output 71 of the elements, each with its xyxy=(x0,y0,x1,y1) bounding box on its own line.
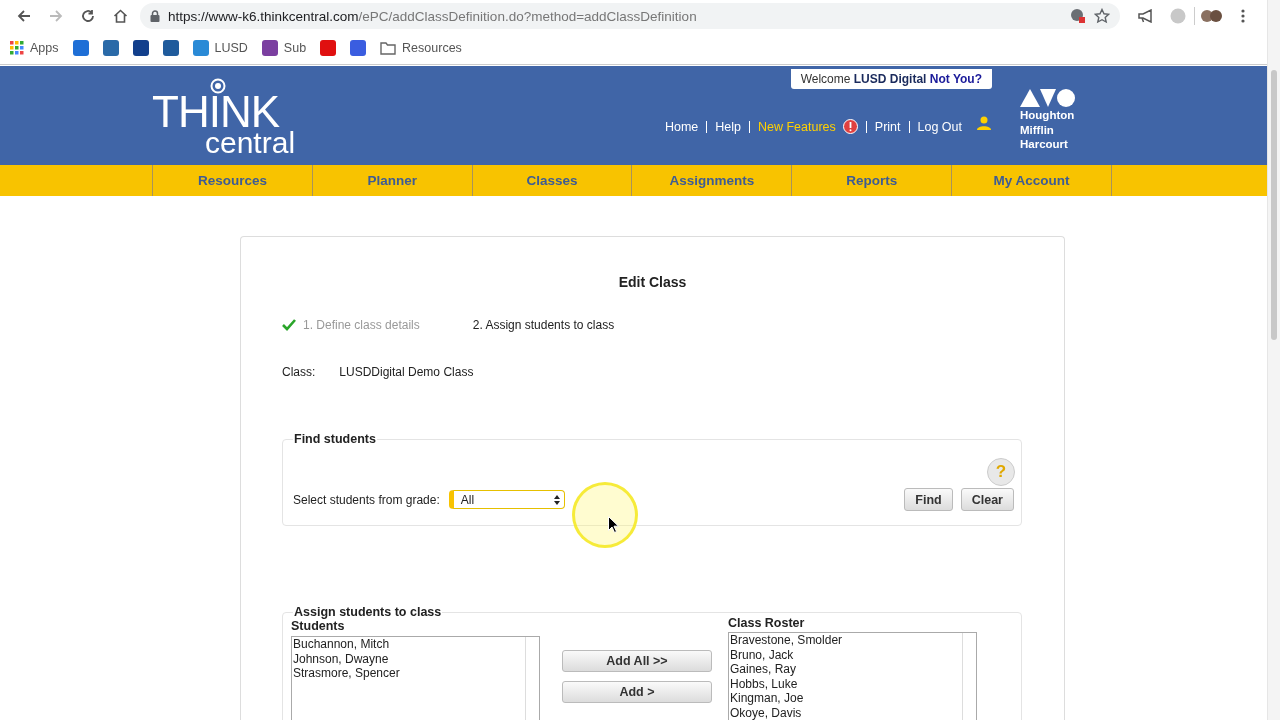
publisher-name: Harcourt xyxy=(1020,137,1069,152)
nav-tab[interactable]: Reports xyxy=(791,165,952,196)
nav-tab[interactable]: Classes xyxy=(471,165,632,196)
hmh-logo-icon xyxy=(1020,88,1076,108)
list-item[interactable]: Gaines, Ray xyxy=(730,662,976,677)
list-item[interactable]: Hobbs, Luke xyxy=(730,676,976,691)
megaphone-icon[interactable] xyxy=(1138,9,1154,23)
user-icon[interactable] xyxy=(976,115,992,130)
address-bar[interactable]: https://www-k6.thinkcentral.com/ePC/addClassDefinition.do?method=addClassDefinition xyxy=(140,3,1120,29)
list-item[interactable]: Okoye, Davis xyxy=(730,705,976,720)
step-label: 2. Assign students to class xyxy=(472,318,615,332)
transfer-button[interactable]: Add > xyxy=(562,681,712,703)
bookmark-icon[interactable] xyxy=(132,40,149,56)
nav-tab[interactable]: Resources xyxy=(152,165,312,196)
nav-tab[interactable]: My Account xyxy=(951,165,1112,196)
bookmark-icon[interactable] xyxy=(320,40,337,56)
folder-icon xyxy=(380,41,397,55)
nav-tab[interactable]: Planner xyxy=(311,165,472,196)
welcome-message: Welcome LUSD Digital Not You? xyxy=(790,69,992,89)
scrollbar[interactable] xyxy=(1267,0,1280,720)
alert-icon xyxy=(842,119,858,134)
nav-tab[interactable]: Assignments xyxy=(631,165,792,196)
list-item[interactable]: Bruno, Jack xyxy=(730,647,976,662)
think-central-logo[interactable]: THINK central xyxy=(152,66,312,165)
apps-grid-icon xyxy=(10,41,24,55)
header-link[interactable]: Home xyxy=(664,119,699,134)
section-title: Find students xyxy=(293,432,377,446)
bookmark[interactable]: Apps xyxy=(10,41,59,55)
list-item[interactable]: Bravestone, Smolder xyxy=(730,633,976,648)
publisher-name: Mifflin xyxy=(1020,122,1055,137)
header-link[interactable]: Print xyxy=(874,119,901,134)
home-icon[interactable] xyxy=(112,9,128,23)
bookmark-icon[interactable] xyxy=(72,40,89,56)
menu-icon[interactable] xyxy=(1241,9,1245,23)
avatar-icon[interactable] xyxy=(1200,7,1222,25)
star-icon[interactable] xyxy=(1094,8,1110,24)
class-name: LUSDDigital Demo Class xyxy=(339,365,474,379)
publisher-name: Houghton xyxy=(1020,108,1076,123)
bookmark[interactable]: Sub xyxy=(261,40,307,56)
list-item[interactable]: Strasmore, Spencer xyxy=(293,666,539,681)
bookmark[interactable]: Resources xyxy=(380,41,462,55)
find-panel-button[interactable]: Find xyxy=(904,488,953,511)
scrollbar-thumb[interactable] xyxy=(1271,70,1277,340)
grade-select[interactable]: All xyxy=(448,490,565,509)
list-item[interactable]: Johnson, Dwayne xyxy=(293,651,539,666)
find-panel-button[interactable]: Clear xyxy=(960,488,1014,511)
list-item[interactable]: Kingman, Joe xyxy=(730,691,976,706)
field-label: Select students from grade: xyxy=(293,492,440,507)
select-arrows-icon xyxy=(553,494,560,505)
bookmark-icon[interactable] xyxy=(102,40,119,56)
bookmark-icon[interactable] xyxy=(162,40,179,56)
step-label: 1. Define class details xyxy=(303,318,420,332)
reload-icon[interactable] xyxy=(81,9,95,23)
list-label: Class Roster xyxy=(728,616,806,630)
bookmark-icon[interactable] xyxy=(350,40,367,56)
class-label: Class: xyxy=(282,365,316,379)
list-item[interactable]: Buchannon, Mitch xyxy=(293,637,539,652)
url-text: https://www-k6.thinkcentral.com/ePC/addClassDefinition.do?method=addClassDefinition xyxy=(168,8,698,24)
lock-icon xyxy=(150,10,160,22)
cursor-icon xyxy=(608,516,619,533)
header-link[interactable]: Log Out xyxy=(917,119,962,134)
transfer-button[interactable]: Add All >> xyxy=(562,650,712,672)
page-title: Edit Class xyxy=(617,274,688,290)
bookmark[interactable]: LUSD xyxy=(192,40,248,56)
back-icon[interactable] xyxy=(17,9,31,23)
list-label: Students xyxy=(291,619,346,633)
header-link[interactable]: New Features xyxy=(758,119,836,134)
header-link[interactable]: Help xyxy=(715,119,741,134)
section-title: Assign students to class xyxy=(293,605,443,619)
not-you-link[interactable]: Not You? xyxy=(929,72,982,86)
cookie-icon[interactable] xyxy=(1070,8,1086,24)
